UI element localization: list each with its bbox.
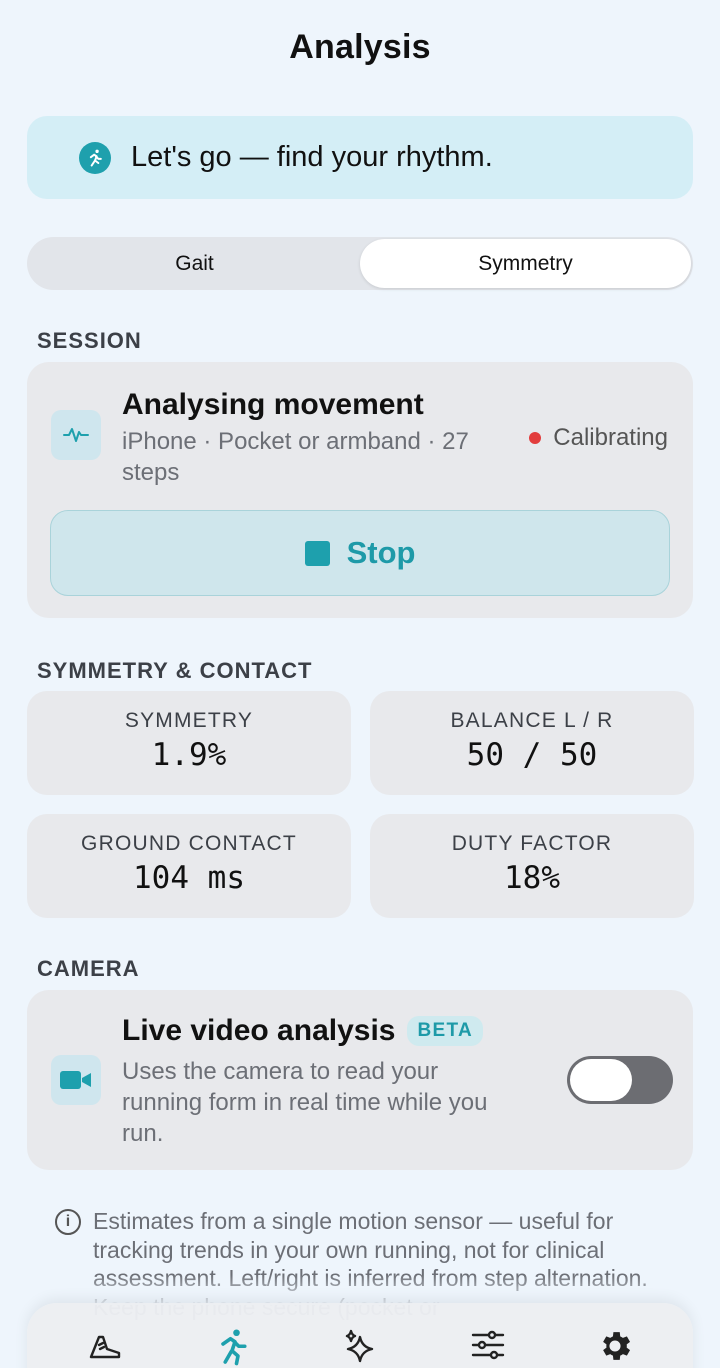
metric-label: SYMMETRY: [124, 709, 254, 732]
sliders-icon[interactable]: [468, 1327, 508, 1367]
metric-value: 18%: [504, 860, 560, 896]
info-icon: i: [55, 1209, 81, 1235]
metric-value: 104 ms: [133, 860, 245, 896]
live-video-toggle[interactable]: [567, 1056, 673, 1104]
metric-label: GROUND CONTACT: [81, 832, 297, 855]
section-label-camera: CAMERA: [37, 956, 140, 981]
session-card: Analysing movement iPhone · Pocket or ar…: [27, 362, 693, 618]
runner-icon: [79, 141, 111, 174]
metric-value: 1.9%: [151, 737, 227, 773]
shoe-icon[interactable]: [85, 1327, 125, 1367]
status-badge: Calibrating: [529, 424, 668, 452]
stop-button-label: Stop: [346, 535, 416, 570]
section-label-symmetry: SYMMETRY & CONTACT: [37, 658, 313, 683]
metric-ground-contact: GROUND CONTACT 104 ms: [27, 814, 351, 918]
view-segmented-control: Gait Symmetry: [27, 237, 693, 290]
metric-duty-factor: DUTY FACTOR 18%: [370, 814, 694, 918]
tab-symmetry[interactable]: Symmetry: [360, 239, 691, 288]
camera-card: Live video analysis BETA Uses the camera…: [27, 990, 693, 1170]
camera-title-row: Live video analysis BETA: [122, 1014, 483, 1048]
metric-value: 50 / 50: [466, 737, 598, 773]
metric-symmetry: SYMMETRY 1.9%: [27, 691, 351, 795]
bottom-tab-bar: [27, 1303, 693, 1368]
session-title: Analysing movement: [122, 388, 424, 421]
video-camera-icon: [51, 1055, 101, 1105]
metric-balance: BALANCE L / R 50 / 50: [370, 691, 694, 795]
camera-title: Live video analysis: [122, 1014, 396, 1047]
banner-text: Let's go — find your rhythm.: [131, 141, 493, 173]
metric-label: DUTY FACTOR: [451, 832, 613, 855]
pulse-icon: [51, 410, 101, 460]
tab-gait[interactable]: Gait: [29, 239, 360, 288]
runner-tab-icon[interactable]: [212, 1327, 252, 1367]
status-text: Calibrating: [553, 424, 668, 451]
beta-badge: BETA: [407, 1016, 483, 1046]
stop-button[interactable]: Stop: [50, 510, 670, 596]
section-label-session: SESSION: [37, 328, 142, 353]
toggle-knob: [570, 1059, 632, 1101]
gear-icon[interactable]: [595, 1327, 635, 1367]
page-title: Analysis: [289, 28, 431, 66]
camera-description: Uses the camera to read your running for…: [122, 1058, 488, 1147]
sparkle-icon[interactable]: [340, 1327, 380, 1367]
stop-icon: [304, 540, 330, 566]
session-subtitle: iPhone · Pocket or armband · 27 steps: [122, 428, 469, 486]
metric-label: BALANCE L / R: [450, 709, 614, 732]
motivation-banner: Let's go — find your rhythm.: [27, 116, 693, 199]
status-dot: [529, 432, 542, 444]
